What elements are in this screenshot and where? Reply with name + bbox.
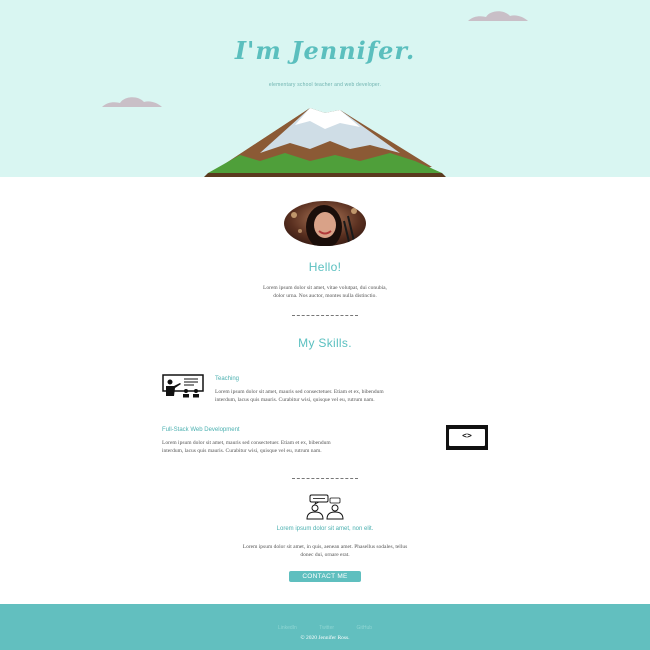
about-heading: Hello! — [308, 260, 342, 274]
footer: LinkedIn Twitter GitHub © 2020 Jennifer … — [0, 604, 650, 650]
footer-copyright: © 2020 Jennifer Ross. — [300, 635, 350, 641]
cta-text: Lorem ipsum dolor sit amet, in quis, aen… — [195, 543, 455, 559]
footer-links: LinkedIn Twitter GitHub — [0, 616, 650, 634]
about-text-line2: dolor urna. Nos auctor, montes nulla dis… — [273, 293, 377, 299]
footer-link-twitter[interactable]: Twitter — [319, 625, 334, 631]
skill-title-teaching: Teaching — [215, 376, 240, 382]
cta-text-line2: donec dui, ornare erat. — [300, 552, 350, 558]
footer-link-linkedin[interactable]: LinkedIn — [278, 625, 297, 631]
skill-text-line1: Lorem ipsum dolor sit amet, mauris sed c… — [215, 389, 384, 395]
teacher-classroom-icon — [162, 374, 204, 398]
mountain-illustration — [204, 108, 446, 177]
skills-heading: My Skills. — [298, 336, 352, 350]
divider — [292, 315, 358, 316]
footer-link-github[interactable]: GitHub — [356, 625, 372, 631]
hero-section: I'm Jennifer. elementary school teacher … — [0, 0, 650, 177]
code-brackets-label: <> — [449, 429, 485, 446]
skill-text-line2: interdum, lacus quis mauris. Curabitur w… — [162, 448, 322, 454]
skill-title-fullstack: Full-Stack Web Development — [162, 427, 240, 433]
cta-text-line1: Lorem ipsum dolor sit amet, in quis, aen… — [242, 544, 408, 550]
divider — [292, 478, 358, 479]
cloud-icon — [102, 97, 162, 107]
contact-me-button[interactable]: CONTACT ME — [289, 571, 361, 582]
hero-title: I'm Jennifer. — [234, 36, 416, 65]
cloud-icon — [468, 11, 528, 21]
about-text-line1: Lorem ipsum dolor sit amet, vitae volutp… — [263, 285, 387, 291]
code-brackets-icon: <> — [446, 425, 488, 450]
skill-text-fullstack: Lorem ipsum dolor sit amet, mauris sed c… — [162, 439, 422, 455]
skill-text-teaching: Lorem ipsum dolor sit amet, mauris sed c… — [215, 388, 475, 404]
cta-heading: Lorem ipsum dolor sit amet, non elit. — [276, 526, 374, 532]
about-text: Lorem ipsum dolor sit amet, vitae volutp… — [200, 284, 450, 300]
hero-subtitle: elementary school teacher and web develo… — [268, 82, 382, 88]
people-conversation-icon — [306, 494, 344, 520]
skill-text-line1: Lorem ipsum dolor sit amet, mauris sed c… — [162, 440, 331, 446]
skill-text-line2: interdum, lacus quis mauris. Curabitur w… — [215, 397, 375, 403]
avatar — [284, 201, 366, 246]
